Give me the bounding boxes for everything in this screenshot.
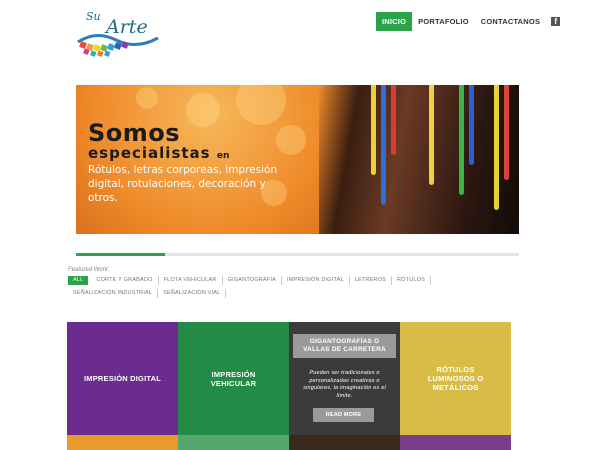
paint-drip xyxy=(459,85,464,195)
nav-inicio[interactable]: INICIO xyxy=(376,12,413,31)
hero-banner[interactable]: Somos especialistas en Rótulos, letras c… xyxy=(76,85,519,234)
filter-item[interactable]: GIGANTOGRAFÍA xyxy=(223,276,282,285)
read-more-button[interactable]: READ MORE xyxy=(313,408,374,422)
portfolio-tile[interactable]: RÓTULOS LUMINOSOS O METÁLICOS xyxy=(400,322,511,435)
portfolio-tile[interactable]: IMPRESIÓN DIGITAL xyxy=(67,322,178,435)
portfolio-tile[interactable]: GIGANTOGRAFÍAS O VALLAS DE CARRETERA Pued… xyxy=(289,322,400,435)
portfolio-tile-next-row[interactable] xyxy=(400,435,511,450)
portfolio-tile-next-row[interactable] xyxy=(178,435,289,450)
banner-subtitle-suffix: en xyxy=(216,151,230,161)
featured-work-label: Featured Work: xyxy=(68,267,110,273)
filter-item[interactable]: SEÑALIZACIÓN INDUSTRIAL xyxy=(68,289,159,298)
paint-drip xyxy=(371,85,376,175)
bokeh-light xyxy=(186,93,220,127)
tile-title: RÓTULOS LUMINOSOS O METÁLICOS xyxy=(427,365,484,392)
filter-item[interactable]: CORTE Y GRABADO xyxy=(91,276,159,285)
slider-progress-fill xyxy=(76,253,165,256)
filter-item[interactable]: FLOTA VEHICULAR xyxy=(159,276,223,285)
nav-contactanos[interactable]: CONTACTANOS xyxy=(475,12,546,31)
banner-model-image xyxy=(319,85,519,234)
filter-item[interactable]: IMPRESIÓN DIGITAL xyxy=(282,276,350,285)
portfolio-tile[interactable]: IMPRESIÓN VEHICULAR xyxy=(178,322,289,435)
filter-item[interactable]: SEÑALIZACIÓN VIAL xyxy=(158,289,227,298)
nav-portafolio[interactable]: PORTAFOLIO xyxy=(412,12,475,31)
filter-item[interactable]: RÓTULOS xyxy=(392,276,431,285)
banner-subtitle-main: especialistas xyxy=(88,144,211,162)
portfolio-grid: IMPRESIÓN DIGITAL IMPRESIÓN VEHICULAR GIGA… xyxy=(67,322,511,450)
slider-progress xyxy=(76,253,519,256)
paint-drip xyxy=(391,85,396,155)
banner-subtitle: especialistas en xyxy=(88,145,229,164)
bokeh-light xyxy=(276,125,306,155)
tile-title: IMPRESIÓN VEHICULAR xyxy=(210,369,257,388)
tile-title: GIGANTOGRAFÍAS O VALLAS DE CARRETERA xyxy=(293,334,396,358)
filter-item[interactable]: ALL xyxy=(68,276,89,285)
bokeh-light xyxy=(236,85,286,125)
filter-item[interactable]: LETREROS xyxy=(350,276,392,285)
logo-swoosh-icon xyxy=(77,34,159,57)
paint-drip xyxy=(381,85,386,205)
main-nav: INICIO PORTAFOLIO CONTACTANOS f xyxy=(376,12,561,31)
paint-drip xyxy=(494,85,499,210)
logo-text-small: Su xyxy=(86,10,101,23)
portfolio-tile-next-row[interactable] xyxy=(289,435,400,450)
portfolio-filters: ALL CORTE Y GRABADO FLOTA VEHICULAR GIGANTO… xyxy=(68,276,508,298)
paint-drip xyxy=(504,85,509,180)
tile-description: Pueden ser tradicionales o personalizada… xyxy=(303,370,386,399)
paint-drip xyxy=(429,85,434,185)
tile-title: IMPRESIÓN DIGITAL xyxy=(83,374,161,383)
paint-drip xyxy=(469,85,474,165)
banner-title: Somos xyxy=(88,119,181,147)
portfolio-tile-next-row[interactable] xyxy=(67,435,178,450)
logo[interactable]: Su Arte xyxy=(76,10,160,58)
bokeh-light xyxy=(136,87,158,109)
banner-body: Rótulos, letras corporeas, impresión dig… xyxy=(88,164,278,204)
facebook-icon[interactable]: f xyxy=(551,17,561,26)
